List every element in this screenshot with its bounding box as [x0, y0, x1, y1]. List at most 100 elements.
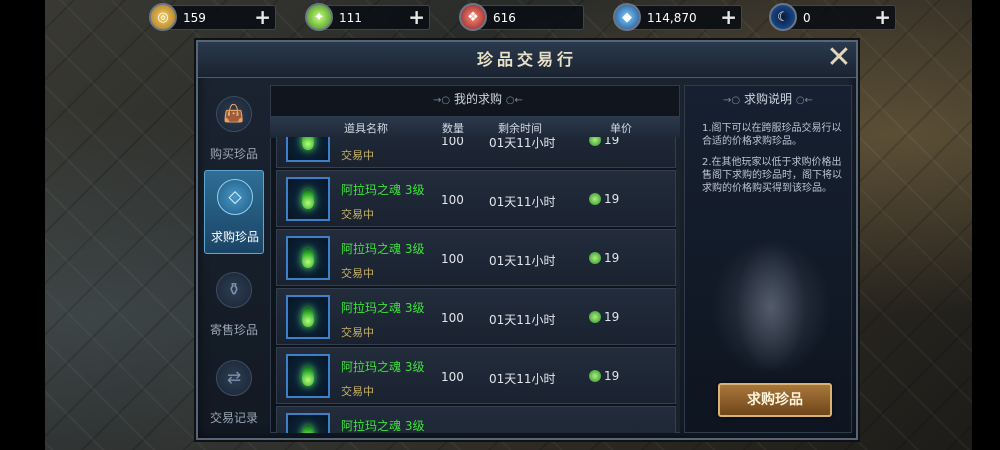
item-slot[interactable]: [286, 354, 330, 398]
soul-gem-icon: [302, 366, 314, 386]
item-price: 19: [589, 369, 619, 383]
item-price: 19: [589, 251, 619, 265]
item-qty: 100: [441, 193, 464, 207]
tab-label: 购买珍品: [209, 147, 258, 161]
angel-statue-illustration: [706, 232, 836, 382]
soul-gem-icon: [302, 189, 314, 209]
trading-house-panel: 珍品交易行 ✕ 👜 购买珍品 ◇ 求购珍品 ⚱ 寄售珍品 ⇄ 交易记录 →○ 我…: [196, 40, 858, 440]
crystal-coin-icon: [589, 193, 601, 205]
item-status: 交易中: [341, 267, 374, 280]
col-remaining: 剩余时间: [498, 122, 542, 135]
resource-diamond-value: 114,870: [647, 11, 697, 25]
item-qty: 100: [441, 370, 464, 384]
item-status: 交易中: [341, 385, 374, 398]
red-gem-icon: ❖: [459, 3, 487, 31]
item-price: 19: [589, 192, 619, 206]
item-slot[interactable]: [286, 295, 330, 339]
crystal-coin-icon: [589, 311, 601, 323]
add-gold-button[interactable]: +: [254, 7, 271, 27]
item-name: 阿拉玛之魂 3级: [341, 360, 425, 374]
request-treasure-button[interactable]: 求购珍品: [718, 383, 832, 417]
green-crystal-icon: ✦: [305, 3, 333, 31]
item-slot[interactable]: [286, 137, 330, 162]
item-status: 交易中: [341, 326, 374, 339]
blue-orb-icon: ☾: [769, 3, 797, 31]
item-price-value: 19: [604, 310, 620, 324]
bag-icon: 👜: [216, 96, 252, 132]
my-requests-label: 我的求购: [453, 92, 502, 106]
item-slot[interactable]: [286, 413, 330, 433]
ornament-right-icon: ○←: [795, 95, 813, 106]
item-status: 交易中: [341, 208, 374, 221]
table-row[interactable]: 阿拉玛之魂 3级 交易中 100 01天11小时 19: [276, 170, 676, 227]
soul-gem-icon: [302, 425, 314, 433]
ornament-left-icon: →○: [723, 95, 741, 106]
instruction-item-2: 2.在其他玩家以低于求购价格出售阁下求购的珍品时，阁下将以求购的价格购买得到该珍…: [702, 157, 842, 194]
item-price-value: 19: [604, 369, 620, 383]
table-row[interactable]: 阿拉玛之魂 3级 交易中 100 01天11小时 19: [276, 347, 676, 404]
table-header: 道具名称 数量 剩余时间 单价: [270, 116, 680, 138]
add-diamond-button[interactable]: +: [720, 7, 737, 27]
item-price: 19: [589, 137, 619, 147]
item-name: 阿拉玛之魂 3级: [341, 301, 425, 315]
gold-coin-icon: ◎: [149, 3, 177, 31]
resource-gold-value: 159: [183, 11, 206, 25]
resource-crystal-value: 111: [339, 11, 362, 25]
close-button[interactable]: ✕: [826, 43, 852, 73]
item-remaining: 01天11小时: [489, 313, 556, 327]
instruction-item-1: 1.阁下可以在跨服珍品交易行以合适的价格求购珍品。: [702, 123, 842, 147]
tab-request-treasure[interactable]: ◇ 求购珍品: [204, 170, 264, 254]
item-price-value: 19: [604, 137, 620, 147]
instructions-label: 求购说明: [743, 92, 792, 106]
instructions-title: →○ 求购说明 ○←: [708, 90, 828, 107]
item-qty: 100: [441, 252, 464, 266]
item-remaining: 01天11小时: [489, 195, 556, 209]
resource-orb-value: 0: [803, 11, 811, 25]
table-row[interactable]: 阿拉玛之魂 3级 交易中 100 01天11小时 19: [276, 229, 676, 286]
item-qty: 100: [441, 137, 464, 148]
crystal-coin-icon: [589, 137, 601, 146]
item-name: 阿拉玛之魂 3级: [341, 419, 425, 433]
add-crystal-button[interactable]: +: [408, 7, 425, 27]
item-name: 阿拉玛之魂 3级: [341, 242, 425, 256]
col-qty: 数量: [442, 122, 464, 135]
tab-label: 求购珍品: [210, 230, 259, 244]
col-name: 道具名称: [344, 122, 388, 135]
item-price: 19: [589, 310, 619, 324]
table-row[interactable]: 阿拉玛之魂 3级: [276, 406, 676, 433]
item-slot[interactable]: [286, 177, 330, 221]
right-letterbox: [972, 0, 1000, 450]
item-slot[interactable]: [286, 236, 330, 280]
resource-crystal: ✦ 111 +: [305, 3, 430, 31]
resource-gem: ❖ 616: [459, 3, 584, 31]
tab-consign-treasure[interactable]: ⚱ 寄售珍品: [204, 264, 264, 348]
table-row[interactable]: 交易中 100 01天11小时 19: [276, 137, 676, 168]
crystal-coin-icon: [589, 370, 601, 382]
add-orb-button[interactable]: +: [874, 7, 891, 27]
item-name: 阿拉玛之魂 3级: [341, 183, 425, 197]
item-remaining: 01天11小时: [489, 254, 556, 268]
pouch-icon: ⚱: [216, 272, 252, 308]
col-price: 单价: [610, 122, 632, 135]
item-qty: 100: [441, 311, 464, 325]
tab-trade-history[interactable]: ⇄ 交易记录: [204, 352, 264, 436]
ornament-right-icon: ○←: [505, 95, 523, 106]
list-scrollbar[interactable]: [676, 138, 680, 432]
item-price-value: 19: [604, 251, 620, 265]
item-price-value: 19: [604, 192, 620, 206]
soul-gem-icon: [302, 248, 314, 268]
hand-diamond-icon: ◇: [217, 179, 253, 215]
crystal-coin-icon: [589, 252, 601, 264]
resource-gem-value: 616: [493, 11, 516, 25]
soul-gem-icon: [302, 307, 314, 327]
blue-diamond-icon: ◆: [613, 3, 641, 31]
resource-orb: ☾ 0 +: [769, 3, 896, 31]
close-icon: ✕: [826, 40, 852, 75]
tab-buy-treasure[interactable]: 👜 购买珍品: [204, 88, 264, 172]
request-rows: 交易中 100 01天11小时 19 阿拉玛之魂 3级 交易中 100 01天1…: [276, 137, 676, 433]
exchange-icon: ⇄: [216, 360, 252, 396]
soul-gem-icon: [302, 137, 314, 150]
resource-diamond: ◆ 114,870 +: [613, 3, 742, 31]
table-row[interactable]: 阿拉玛之魂 3级 交易中 100 01天11小时 19: [276, 288, 676, 345]
item-status: 交易中: [341, 149, 374, 162]
